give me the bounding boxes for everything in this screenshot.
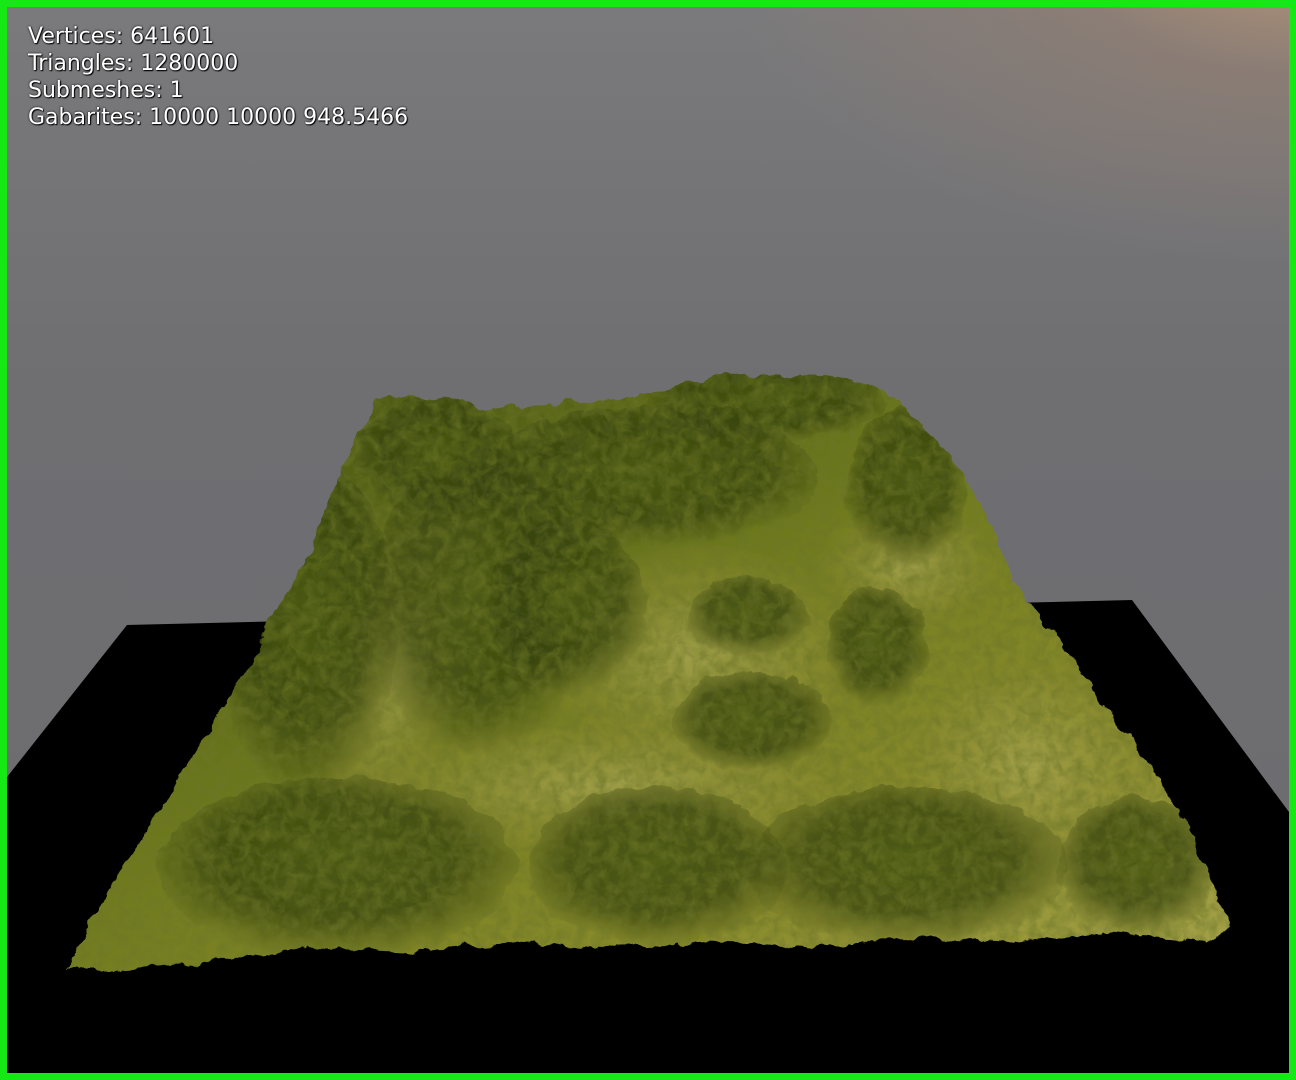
stat-triangles-value: 1280000 (140, 51, 239, 76)
stat-submeshes: Submeshes: 1 (28, 77, 408, 104)
stat-submeshes-label: Submeshes: (28, 78, 163, 103)
stat-gabarites-label: Gabarites: (28, 105, 143, 130)
stat-gabarites-value: 10000 10000 948.5466 (149, 105, 409, 130)
mesh-stats-overlay: Vertices: 641601 Triangles: 1280000 Subm… (28, 23, 408, 131)
stat-triangles: Triangles: 1280000 (28, 50, 408, 77)
terrain-scene[interactable] (7, 7, 1289, 1073)
stat-vertices-label: Vertices: (28, 24, 124, 49)
stat-vertices: Vertices: 641601 (28, 23, 408, 50)
stat-vertices-value: 641601 (130, 24, 215, 49)
stat-submeshes-value: 1 (169, 78, 184, 103)
3d-viewport[interactable]: Vertices: 641601 Triangles: 1280000 Subm… (0, 0, 1296, 1080)
stat-triangles-label: Triangles: (28, 51, 134, 76)
stat-gabarites: Gabarites: 10000 10000 948.5466 (28, 104, 408, 131)
